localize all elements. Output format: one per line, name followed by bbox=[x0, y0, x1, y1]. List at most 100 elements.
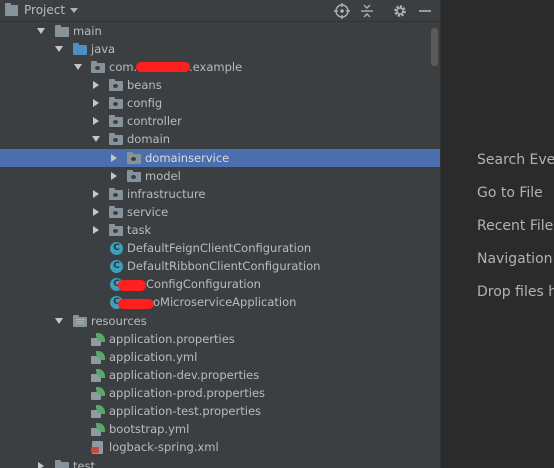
spring-config-file-icon bbox=[91, 405, 105, 418]
spring-config-file-icon bbox=[91, 423, 105, 436]
tree-node-label: service bbox=[127, 205, 169, 219]
tree-node-label: application.yml bbox=[109, 350, 198, 364]
tree-node-application-dev-properties[interactable]: application-dev.properties bbox=[0, 366, 430, 384]
chevron-right-icon[interactable] bbox=[93, 117, 99, 125]
tree-node-label: config bbox=[127, 96, 163, 110]
tree-node-label: DefaultFeignClientConfiguration bbox=[127, 241, 312, 255]
package-icon bbox=[91, 61, 105, 73]
package-icon bbox=[127, 170, 141, 182]
package-icon bbox=[109, 133, 123, 145]
package-icon bbox=[109, 97, 123, 109]
tree-node-label: domain bbox=[127, 132, 171, 146]
tree-node-domainservice[interactable]: domainservice bbox=[0, 149, 440, 167]
tree-node-microservice-application[interactable]: C oMicroserviceApplication bbox=[0, 293, 430, 311]
tree-node-label: infrastructure bbox=[127, 187, 206, 201]
tree-node-label: java bbox=[91, 42, 116, 56]
tree-node-label: bootstrap.yml bbox=[109, 422, 190, 436]
tree-node-label: DefaultRibbonClientConfiguration bbox=[127, 259, 321, 273]
tree-node-model[interactable]: model bbox=[0, 167, 430, 185]
tree-node-config[interactable]: config bbox=[0, 94, 430, 112]
tree-node-logback-spring-xml[interactable]: logback-spring.xml bbox=[0, 438, 430, 456]
package-icon bbox=[127, 152, 141, 164]
folder-icon bbox=[55, 25, 69, 37]
tree-node-default-feign-client-configuration[interactable]: C DefaultFeignClientConfiguration bbox=[0, 239, 430, 257]
tree-node-test[interactable]: test bbox=[0, 457, 430, 468]
tree-node-label: resources bbox=[91, 314, 147, 328]
chevron-right-icon[interactable] bbox=[93, 208, 99, 216]
tree-node-application-prod-properties[interactable]: application-prod.properties bbox=[0, 384, 430, 402]
tree-node-application-test-properties[interactable]: application-test.properties bbox=[0, 402, 430, 420]
source-folder-icon bbox=[73, 43, 87, 55]
chevron-right-icon[interactable] bbox=[38, 462, 44, 468]
spring-config-file-icon bbox=[91, 369, 105, 382]
spring-config-file-icon bbox=[91, 333, 105, 346]
hint-navigation-bar: Navigation bbox=[477, 251, 553, 267]
chevron-down-icon[interactable] bbox=[37, 28, 45, 34]
hint-go-to-file: Go to File bbox=[477, 185, 543, 201]
tree-node-service[interactable]: service bbox=[0, 203, 430, 221]
tree-node-task[interactable]: task bbox=[0, 221, 430, 239]
tree-node-label: application.properties bbox=[109, 332, 235, 346]
spring-config-file-icon bbox=[91, 351, 105, 364]
chevron-down-icon[interactable] bbox=[55, 46, 63, 52]
locate-icon[interactable] bbox=[333, 2, 351, 20]
chevron-right-icon[interactable] bbox=[93, 190, 99, 198]
tree-node-java[interactable]: java bbox=[0, 40, 430, 58]
tree-node-domain[interactable]: domain bbox=[0, 130, 430, 148]
class-icon: C bbox=[110, 260, 123, 273]
tree-node-label: beans bbox=[127, 78, 162, 92]
folder-icon bbox=[55, 460, 69, 468]
chevron-down-icon[interactable] bbox=[74, 64, 82, 70]
tree-node-application-yml[interactable]: application.yml bbox=[0, 348, 430, 366]
spring-config-file-icon bbox=[91, 387, 105, 400]
tree-node-controller[interactable]: controller bbox=[0, 112, 430, 130]
redaction-mark bbox=[118, 280, 146, 291]
chevron-right-icon[interactable] bbox=[111, 172, 117, 180]
tree-node-config-configuration[interactable]: C ConfigConfiguration bbox=[0, 275, 430, 293]
chevron-down-icon[interactable] bbox=[92, 136, 100, 142]
project-header: Project bbox=[0, 0, 440, 22]
tree-node-bootstrap-yml[interactable]: bootstrap.yml bbox=[0, 420, 430, 438]
project-tree[interactable]: main java com. .example beans config con… bbox=[0, 22, 440, 468]
tree-node-label: controller bbox=[127, 114, 182, 128]
package-icon bbox=[109, 188, 123, 200]
chevron-right-icon[interactable] bbox=[111, 154, 117, 162]
chevron-right-icon[interactable] bbox=[93, 226, 99, 234]
tree-node-label: model bbox=[145, 169, 181, 183]
project-folder-icon bbox=[5, 3, 18, 16]
redaction-mark bbox=[118, 299, 154, 309]
tree-node-infrastructure[interactable]: infrastructure bbox=[0, 185, 430, 203]
tree-node-application-properties[interactable]: application.properties bbox=[0, 330, 430, 348]
tree-node-default-ribbon-client-configuration[interactable]: C DefaultRibbonClientConfiguration bbox=[0, 257, 430, 275]
chevron-right-icon[interactable] bbox=[93, 81, 99, 89]
tree-node-resources[interactable]: resources bbox=[0, 312, 430, 330]
tree-node-main[interactable]: main bbox=[0, 22, 430, 40]
tree-node-beans[interactable]: beans bbox=[0, 76, 430, 94]
tree-node-label: domainservice bbox=[145, 151, 230, 165]
xml-file-icon bbox=[91, 441, 104, 454]
package-icon bbox=[109, 115, 123, 127]
package-icon bbox=[109, 224, 123, 236]
tree-node-label: ConfigConfiguration bbox=[146, 277, 261, 291]
resources-folder-icon bbox=[73, 315, 87, 327]
chevron-right-icon[interactable] bbox=[93, 99, 99, 107]
package-icon bbox=[109, 206, 123, 218]
package-icon bbox=[109, 79, 123, 91]
hint-drop-files: Drop files h bbox=[477, 284, 554, 300]
tree-node-root-package[interactable]: com. .example bbox=[0, 58, 430, 76]
tree-node-label: main bbox=[73, 24, 102, 38]
chevron-down-icon[interactable] bbox=[55, 318, 63, 324]
tree-node-label: oMicroserviceApplication bbox=[153, 295, 297, 309]
hide-icon[interactable] bbox=[416, 2, 434, 20]
scrollbar-thumb[interactable] bbox=[431, 28, 438, 66]
hint-recent-files: Recent File bbox=[477, 218, 554, 234]
chevron-down-icon[interactable] bbox=[70, 8, 78, 13]
project-tool-window: Project main java com. .example beans co… bbox=[0, 0, 440, 468]
tree-node-label: logback-spring.xml bbox=[109, 440, 219, 454]
tree-node-label: application-prod.properties bbox=[109, 386, 266, 400]
gear-icon[interactable] bbox=[391, 2, 409, 20]
editor-empty-area[interactable]: Search Eve Go to File Recent File Naviga… bbox=[440, 0, 554, 468]
tree-node-label: task bbox=[127, 223, 152, 237]
project-view-selector[interactable]: Project bbox=[24, 3, 65, 17]
collapse-all-icon[interactable] bbox=[358, 2, 376, 20]
